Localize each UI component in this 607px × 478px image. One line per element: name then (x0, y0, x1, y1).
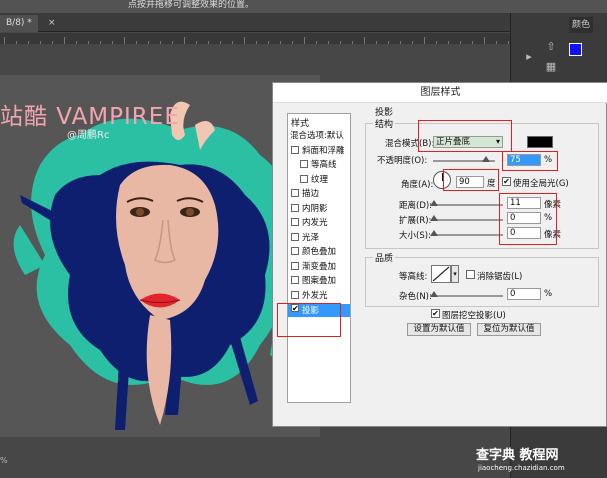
style-item-label: 等高线 (311, 160, 337, 170)
style-item[interactable]: 内发光 (288, 217, 350, 230)
spread-slider[interactable] (433, 219, 503, 221)
dialog-title: 图层样式 (273, 83, 607, 103)
distance-slider-knob[interactable] (430, 200, 438, 206)
noise-unit: % (544, 289, 553, 299)
style-item-label: 混合选项:默认 (290, 131, 344, 141)
style-item[interactable]: 外发光 (288, 290, 350, 303)
style-item-label: 颜色叠加 (302, 247, 337, 257)
style-item-checkbox[interactable] (291, 189, 299, 197)
knockout-checkbox[interactable]: ✔ (431, 309, 440, 318)
antialias-checkbox[interactable] (466, 270, 475, 279)
size-label: 大小(S): (399, 231, 431, 241)
style-item-checkbox[interactable] (291, 290, 299, 299)
style-item-checkbox[interactable] (300, 160, 308, 168)
style-item[interactable]: 斜面和浮雕 (288, 145, 350, 158)
contour-preview[interactable] (431, 265, 451, 283)
style-item-label: 纹理 (311, 174, 329, 185)
style-item-checkbox[interactable] (291, 276, 299, 284)
style-item[interactable]: 颜色叠加 (288, 246, 350, 259)
grid-icon[interactable]: ▦ (543, 59, 559, 75)
noise-slider-knob[interactable] (430, 291, 438, 297)
annotation-box-dropshadow (277, 303, 341, 337)
size-slider[interactable] (433, 234, 503, 236)
style-item-checkbox[interactable] (291, 218, 299, 226)
style-item-label: 描边 (302, 189, 320, 199)
style-item-checkbox[interactable] (300, 174, 308, 183)
style-item-checkbox[interactable] (291, 145, 299, 154)
options-hint: 点按并拖移可调整效果的位置。 (128, 0, 255, 10)
style-item[interactable]: 描边 (288, 188, 350, 201)
opacity-slider-knob[interactable] (482, 156, 490, 162)
noise-input[interactable]: 0 (507, 288, 541, 300)
noise-slider[interactable] (433, 295, 503, 297)
collapse-icon[interactable]: ▸ (521, 49, 537, 65)
style-item-label: 光泽 (302, 232, 320, 243)
size-slider-knob[interactable] (430, 230, 438, 236)
annotation-box-angle (443, 169, 499, 191)
distance-label: 距离(D): (399, 201, 433, 211)
foreground-color-swatch[interactable] (569, 43, 582, 56)
style-item-checkbox[interactable] (291, 247, 299, 255)
horizontal-ruler (0, 33, 510, 44)
styles-header[interactable]: 样式 (291, 116, 309, 129)
spread-slider-knob[interactable] (430, 215, 438, 221)
watermark-sub: jiaocheng.chazidian.com (478, 464, 565, 472)
style-item[interactable]: 渐变叠加 (288, 261, 350, 274)
style-item-label: 渐变叠加 (302, 261, 337, 272)
set-default-button[interactable]: 设置为默认值 (407, 323, 471, 336)
quality-title: 品质 (373, 251, 396, 264)
shadow-color-swatch[interactable] (527, 136, 553, 148)
structure-title: 结构 (373, 117, 396, 130)
opacity-label: 不透明度(O): (377, 156, 428, 166)
artwork-author: @周鹏Rc (67, 130, 110, 141)
close-tab-icon[interactable]: × (48, 15, 56, 32)
style-item-checkbox[interactable] (291, 261, 299, 270)
arrow-up-icon[interactable]: ⇧ (543, 39, 559, 55)
style-item-label: 内阴影 (302, 203, 328, 214)
spread-label: 扩展(R): (399, 216, 432, 226)
style-item-checkbox[interactable] (291, 232, 299, 241)
annotation-box-blend (418, 120, 512, 152)
style-item-label: 外发光 (302, 290, 328, 301)
style-list: 样式 混合选项:默认斜面和浮雕等高线纹理描边内阴影内发光光泽颜色叠加渐变叠加图案… (287, 113, 351, 403)
status-zoom: % (0, 456, 8, 465)
style-item[interactable]: 纹理 (288, 174, 350, 187)
style-item-label: 内发光 (302, 218, 328, 228)
annotation-box-values (499, 193, 557, 245)
global-light-label: 使用全局光(G) (513, 179, 569, 189)
angle-label: 角度(A): (401, 180, 434, 190)
antialias-label: 消除锯齿(L) (477, 272, 523, 282)
annotation-box-opacity (502, 151, 558, 171)
reset-default-button[interactable]: 复位为默认值 (477, 323, 541, 336)
style-item[interactable]: 光泽 (288, 232, 350, 245)
contour-dropdown-icon[interactable]: ▾ (451, 265, 459, 283)
photoshop-window: 点按并拖移可调整效果的位置。 B/8) * × 颜色 ⇧ ▦ ▸ ✎ T ⚙ (0, 0, 607, 478)
style-item[interactable]: 混合选项:默认 (288, 130, 350, 143)
style-item[interactable]: 内阴影 (288, 203, 350, 216)
document-tab-bar: B/8) * × (0, 13, 510, 32)
global-light-checkbox[interactable]: ✔ (502, 177, 511, 186)
contour-label: 等高线: (399, 272, 428, 282)
knockout-label: 图层挖空投影(U) (442, 311, 506, 321)
style-item-label: 斜面和浮雕 (302, 145, 345, 156)
options-bar: 点按并拖移可调整效果的位置。 (0, 0, 607, 13)
style-item[interactable]: 图案叠加 (288, 275, 350, 288)
style-item-label: 图案叠加 (302, 276, 337, 286)
document-tab[interactable]: B/8) * (0, 15, 38, 32)
style-item[interactable]: 等高线 (288, 159, 350, 172)
watermark-main: 查字典 教程网 (476, 448, 559, 463)
layer-style-dialog: 图层样式 样式 混合选项:默认斜面和浮雕等高线纹理描边内阴影内发光光泽颜色叠加渐… (272, 82, 607, 427)
distance-slider[interactable] (433, 204, 503, 206)
style-item-checkbox[interactable] (291, 203, 299, 212)
noise-label: 杂色(N): (399, 292, 432, 302)
color-panel-tab[interactable]: 颜色 (569, 17, 594, 33)
